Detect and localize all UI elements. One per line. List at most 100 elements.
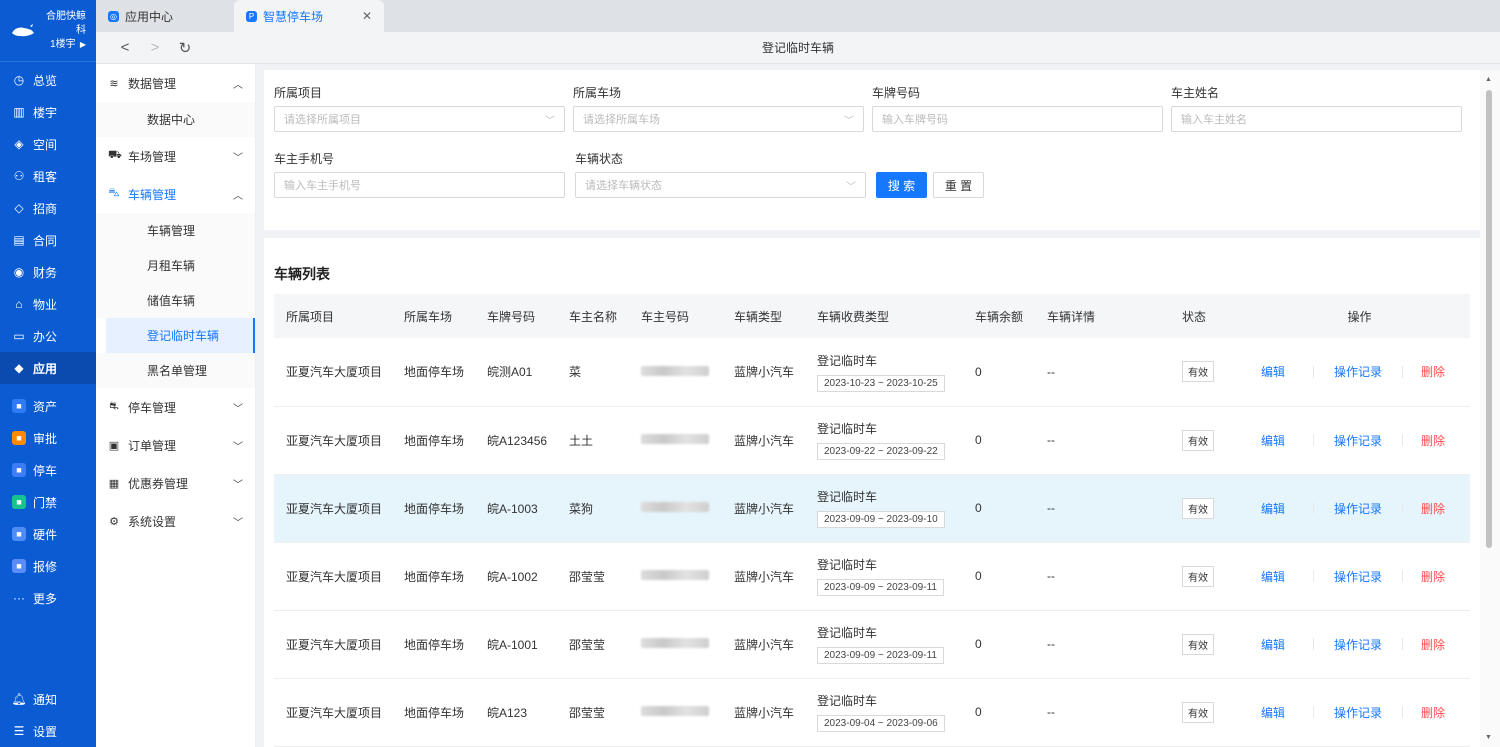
redacted-phone <box>641 570 709 580</box>
rail-app-parking[interactable]: ■ 停车 <box>0 454 96 486</box>
chevron-up-icon: ︿ <box>233 79 243 91</box>
sidebar-item[interactable]: 储值车辆 <box>96 283 255 318</box>
rail-app-gate[interactable]: ■ 门禁 <box>0 486 96 518</box>
operation-log-link[interactable]: 操作记录 <box>1314 568 1402 585</box>
status-badge: 有效 <box>1182 633 1214 655</box>
table-header: 所属项目 所属车场 车牌号码 车主名称 车主号码 车辆类型 车辆收费类型 车辆余额 车辆详情 状态… <box>274 294 1470 338</box>
parking-icon: ■ <box>12 463 26 477</box>
scrollbar-thumb[interactable] <box>1486 90 1492 548</box>
sidebar-group-layers[interactable]: ≋ 数据管理 ︿ <box>96 64 255 102</box>
operation-log-link[interactable]: 操作记录 <box>1314 704 1402 721</box>
caret-right-icon: ▶ <box>77 39 86 49</box>
table-row[interactable]: 亚夏汽车大厦项目 地面停车场 皖A-1002 邵莹莹 蓝牌小汽车 登记临时车 2023-09… <box>274 542 1470 611</box>
delete-link[interactable]: 删除 <box>1403 568 1445 585</box>
owner-input[interactable]: 输入车主姓名 <box>1171 106 1462 132</box>
sidebar-item[interactable]: 月租车辆 <box>96 248 255 283</box>
scroll-up-icon[interactable]: ▲ <box>1485 76 1492 83</box>
finance-icon: ◉ <box>13 265 25 279</box>
tab-app-center[interactable]: ◎ 应用中心 <box>96 0 234 32</box>
lot-select[interactable]: 请选择所属车场 ﹀ <box>573 106 864 132</box>
edit-link[interactable]: 编辑 <box>1261 500 1313 517</box>
filter-status: 车辆状态 请选择车辆状态 ﹀ <box>575 150 876 198</box>
rail-item-contract[interactable]: ▤ 合同 <box>0 224 96 256</box>
rail-item-tag[interactable]: ◇ 招商 <box>0 192 96 224</box>
forward-icon[interactable]: > <box>140 39 170 56</box>
edit-link[interactable]: 编辑 <box>1261 568 1313 585</box>
sidebar-item[interactable]: 登记临时车辆 <box>106 318 255 353</box>
delete-link[interactable]: 删除 <box>1403 432 1445 449</box>
back-icon[interactable]: < <box>110 39 140 56</box>
scroll-down-icon[interactable]: ▼ <box>1485 734 1492 741</box>
close-icon[interactable]: ✕ <box>362 9 372 23</box>
sidebar-group-road[interactable]: ⛟ 车场管理 ﹀ <box>96 137 255 175</box>
operation-log-link[interactable]: 操作记录 <box>1314 363 1402 380</box>
rail-item-finance[interactable]: ◉ 财务 <box>0 256 96 288</box>
cell-actions: 编辑 操作记录 删除 <box>1249 610 1470 679</box>
rail-app-approval[interactable]: ■ 审批 <box>0 422 96 454</box>
sidebar-group-gear[interactable]: ⚙ 系统设置 ﹀ <box>96 502 255 540</box>
rail-item-office[interactable]: ▭ 办公 <box>0 320 96 352</box>
plate-input[interactable]: 输入车牌号码 <box>872 106 1163 132</box>
cell-owner: 邵莹莹 <box>557 678 629 747</box>
rail-item-building[interactable]: ▥ 楼宇 <box>0 96 96 128</box>
sidebar-group-park[interactable]: ⛐ 停车管理 ﹀ <box>96 388 255 426</box>
cell-type: 蓝牌小汽车 <box>722 610 805 679</box>
edit-link[interactable]: 编辑 <box>1261 363 1313 380</box>
rail-item-more[interactable]: ··· 更多 <box>0 582 96 614</box>
rail-item-property[interactable]: ⌂ 物业 <box>0 288 96 320</box>
brand-switcher[interactable]: 合肥快鲸科 1楼宇 ▶ <box>0 0 96 62</box>
sidebar-item[interactable]: 黑名单管理 <box>96 353 255 388</box>
column-header: 状态 <box>1170 294 1249 338</box>
rail-item-app[interactable]: ◆ 应用 <box>0 352 96 384</box>
rail-app-repair[interactable]: ■ 报修 <box>0 550 96 582</box>
operation-log-link[interactable]: 操作记录 <box>1314 432 1402 449</box>
cell-balance: 0 <box>963 542 1035 611</box>
rail-item-tenant[interactable]: ⚇ 租客 <box>0 160 96 192</box>
status-select[interactable]: 请选择车辆状态 ﹀ <box>575 172 866 198</box>
sidebar-group-order[interactable]: ▣ 订单管理 ﹀ <box>96 426 255 464</box>
gate-icon: ■ <box>12 495 26 509</box>
search-button[interactable]: 搜 索 <box>876 172 927 198</box>
building-name: 1楼宇 <box>50 38 76 50</box>
table-row[interactable]: 亚夏汽车大厦项目 地面停车场 皖A123 邵莹莹 蓝牌小汽车 登记临时车 2023-09-0… <box>274 678 1470 747</box>
cell-owner: 邵莹莹 <box>557 610 629 679</box>
project-select[interactable]: 请选择所属项目 ﹀ <box>274 106 565 132</box>
table-row[interactable]: 亚夏汽车大厦项目 地面停车场 皖测A01 菜 蓝牌小汽车 登记临时车 2023-10-23 … <box>274 338 1470 407</box>
table-row[interactable]: 亚夏汽车大厦项目 地面停车场 皖A123456 土土 蓝牌小汽车 登记临时车 2023-09… <box>274 406 1470 475</box>
column-header: 车牌号码 <box>475 294 557 338</box>
delete-link[interactable]: 删除 <box>1403 500 1445 517</box>
fee-type-text: 登记临时车 <box>817 422 878 436</box>
sidebar-item[interactable]: 数据中心 <box>96 102 255 137</box>
edit-link[interactable]: 编辑 <box>1261 636 1313 653</box>
reset-button[interactable]: 重 置 <box>933 172 984 198</box>
edit-link[interactable]: 编辑 <box>1261 704 1313 721</box>
vertical-scrollbar[interactable]: ▲ ▼ <box>1480 70 1500 747</box>
rail-app-asset[interactable]: ■ 资产 <box>0 390 96 422</box>
phone-input[interactable]: 输入车主手机号 <box>274 172 565 198</box>
park-icon: ⛐ <box>109 400 119 412</box>
delete-link[interactable]: 删除 <box>1403 636 1445 653</box>
operation-log-link[interactable]: 操作记录 <box>1314 636 1402 653</box>
sidebar-group-coupon[interactable]: ▦ 优惠券管理 ﹀ <box>96 464 255 502</box>
delete-link[interactable]: 删除 <box>1403 363 1445 380</box>
rail-item-notify[interactable]: 🔔︎ 通知 <box>0 683 96 715</box>
sidebar-group-car[interactable]: ⛍ 车辆管理 ︿ <box>96 175 255 213</box>
table-row[interactable]: 亚夏汽车大厦项目 地面停车场 皖A-1001 邵莹莹 蓝牌小汽车 登记临时车 2023-09… <box>274 610 1470 679</box>
chevron-down-icon: ﹀ <box>846 181 856 193</box>
cell-project: 亚夏汽车大厦项目 <box>274 542 392 611</box>
cell-lot: 地面停车场 <box>392 542 475 611</box>
cell-type: 蓝牌小汽车 <box>722 338 805 407</box>
rail-item-cube[interactable]: ◈ 空间 <box>0 128 96 160</box>
rail-item-dashboard[interactable]: ◷ 总览 <box>0 64 96 96</box>
delete-link[interactable]: 删除 <box>1403 704 1445 721</box>
sidebar-item[interactable]: 车辆管理 <box>96 213 255 248</box>
table-row[interactable]: 亚夏汽车大厦项目 地面停车场 皖A-1003 菜狗 蓝牌小汽车 登记临时车 2023-09-… <box>274 474 1470 543</box>
redacted-phone <box>641 365 709 376</box>
tab-smart-parking[interactable]: P 智慧停车场 ✕ <box>234 0 384 32</box>
car-icon: ⛍ <box>108 187 120 199</box>
rail-item-settings[interactable]: ☰ 设置 <box>0 715 96 747</box>
operation-log-link[interactable]: 操作记录 <box>1314 500 1402 517</box>
refresh-icon[interactable]: ↻ <box>170 39 200 57</box>
edit-link[interactable]: 编辑 <box>1261 432 1313 449</box>
rail-app-hardware[interactable]: ■ 硬件 <box>0 518 96 550</box>
